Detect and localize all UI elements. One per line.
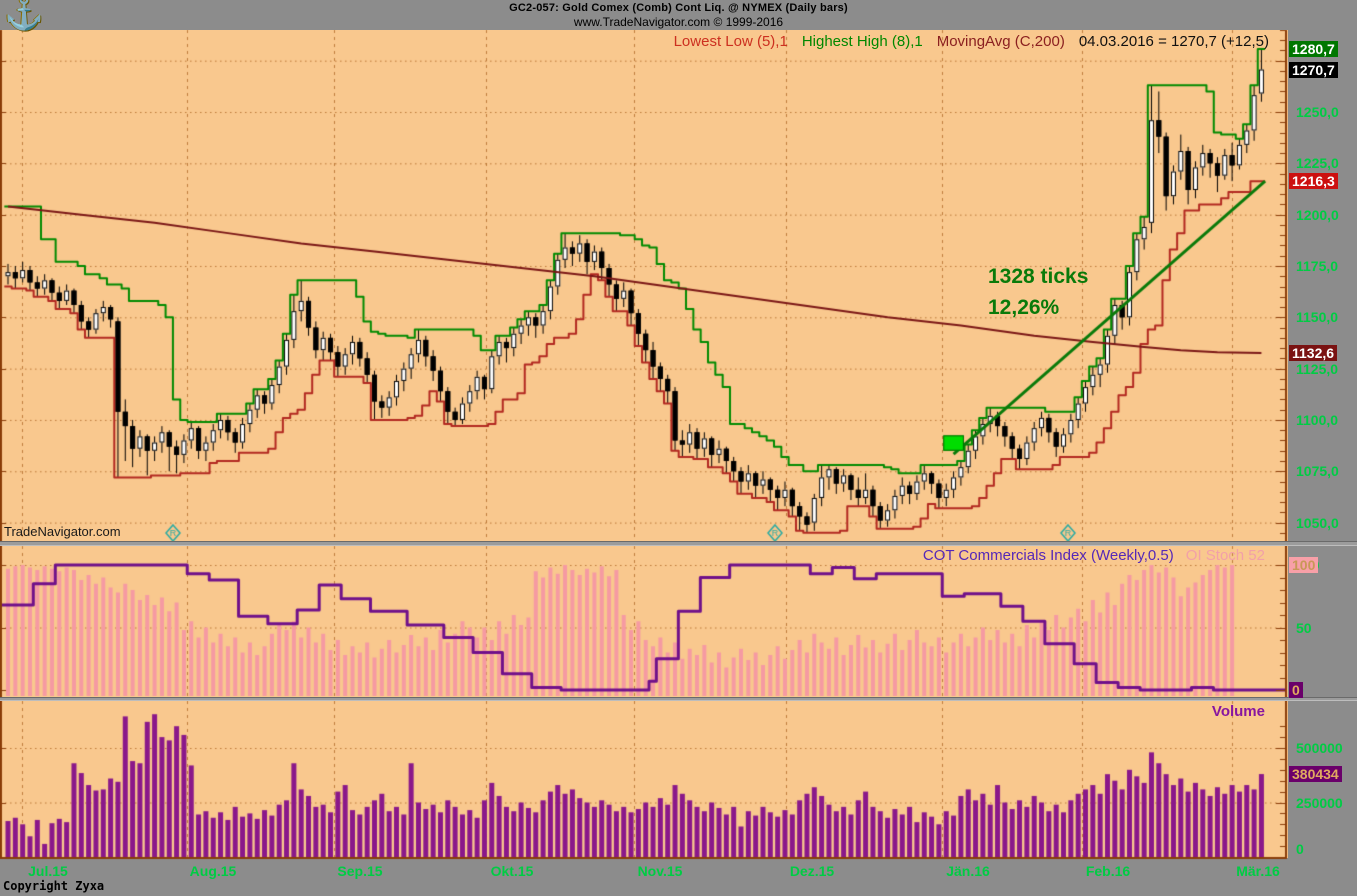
cot-badge: 0: [1289, 682, 1303, 698]
cot-panel-legend: COT Commercials Index (Weekly,0.5) OI St…: [923, 547, 1265, 564]
legend-date-value: 04.03.2016 = 1270,7 (+12,5): [1079, 33, 1269, 50]
chart-title: GC2-057: Gold Comex (Comb) Cont Liq. @ N…: [0, 0, 1357, 14]
trade-navigator-window: ⚓ GC2-057: Gold Comex (Comb) Cont Liq. @…: [0, 0, 1357, 896]
annotation-ticks: 1328 ticks: [988, 261, 1088, 292]
chart-subtitle: www.TradeNavigator.com © 1999-2016: [0, 15, 1357, 29]
price-tick-label: 1250,0: [1296, 104, 1339, 120]
legend-highest-high[interactable]: Highest High (8),1: [802, 33, 923, 50]
cot-badge: 100: [1289, 557, 1318, 573]
legend-cot-commercials-index[interactable]: COT Commercials Index (Weekly,0.5): [923, 547, 1174, 564]
price-tick-label: 1225,0: [1296, 155, 1339, 171]
panel-splitter-top[interactable]: [0, 541, 1357, 546]
cot-tick-label: 50: [1296, 620, 1312, 636]
legend-moving-avg[interactable]: MovingAvg (C,200): [937, 33, 1065, 50]
price-badge: 1270,7: [1289, 62, 1338, 78]
month-axis-label: Mär.16: [1236, 863, 1280, 879]
price-badge: 1280,7: [1289, 41, 1338, 57]
price-tick-label: 1075,0: [1296, 463, 1339, 479]
price-tick-label: 1200,0: [1296, 207, 1339, 223]
volume-badge: 380434: [1289, 766, 1342, 782]
trade-annotation: 1328 ticks 12,26%: [988, 261, 1088, 323]
copyright-label: Copyright Zyxa: [3, 879, 104, 893]
month-axis-label: Feb.16: [1086, 863, 1130, 879]
month-axis-label: Okt.15: [491, 863, 534, 879]
month-axis-label: Aug.15: [190, 863, 237, 879]
price-tick-label: 1050,0: [1296, 515, 1339, 531]
watermark-label: TradeNavigator.com: [4, 524, 121, 539]
title-bar: ⚓ GC2-057: Gold Comex (Comb) Cont Liq. @…: [0, 0, 1357, 30]
volume-tick-label: 500000: [1296, 740, 1343, 756]
month-axis-label: Jän.16: [946, 863, 990, 879]
annotation-percent: 12,26%: [988, 292, 1088, 323]
price-tick-label: 1125,0: [1296, 361, 1338, 377]
volume-tick-label: 0: [1296, 841, 1304, 857]
price-tick-label: 1100,0: [1296, 412, 1338, 428]
panel-splitter-bottom[interactable]: [0, 697, 1357, 701]
volume-panel-label[interactable]: Volume: [1212, 703, 1265, 720]
month-axis-label: Sep.15: [337, 863, 382, 879]
price-badge: 1216,3: [1289, 173, 1338, 189]
price-tick-label: 1150,0: [1296, 309, 1338, 325]
price-badge: 1132,6: [1289, 345, 1337, 361]
month-axis-label: Jul.15: [28, 863, 68, 879]
month-axis-label: Nov.15: [638, 863, 683, 879]
anchor-logo-icon: ⚓: [4, 0, 44, 32]
legend-oi-stoch[interactable]: OI Stoch 52: [1186, 547, 1265, 564]
legend-lowest-low[interactable]: Lowest Low (5),1: [674, 33, 788, 50]
month-axis-label: Dez.15: [790, 863, 834, 879]
volume-tick-label: 250000: [1296, 795, 1343, 811]
indicator-legend: Lowest Low (5),1 Highest High (8),1 Movi…: [674, 33, 1269, 50]
chart-canvas[interactable]: [0, 0, 1357, 896]
price-tick-label: 1175,0: [1296, 258, 1338, 274]
